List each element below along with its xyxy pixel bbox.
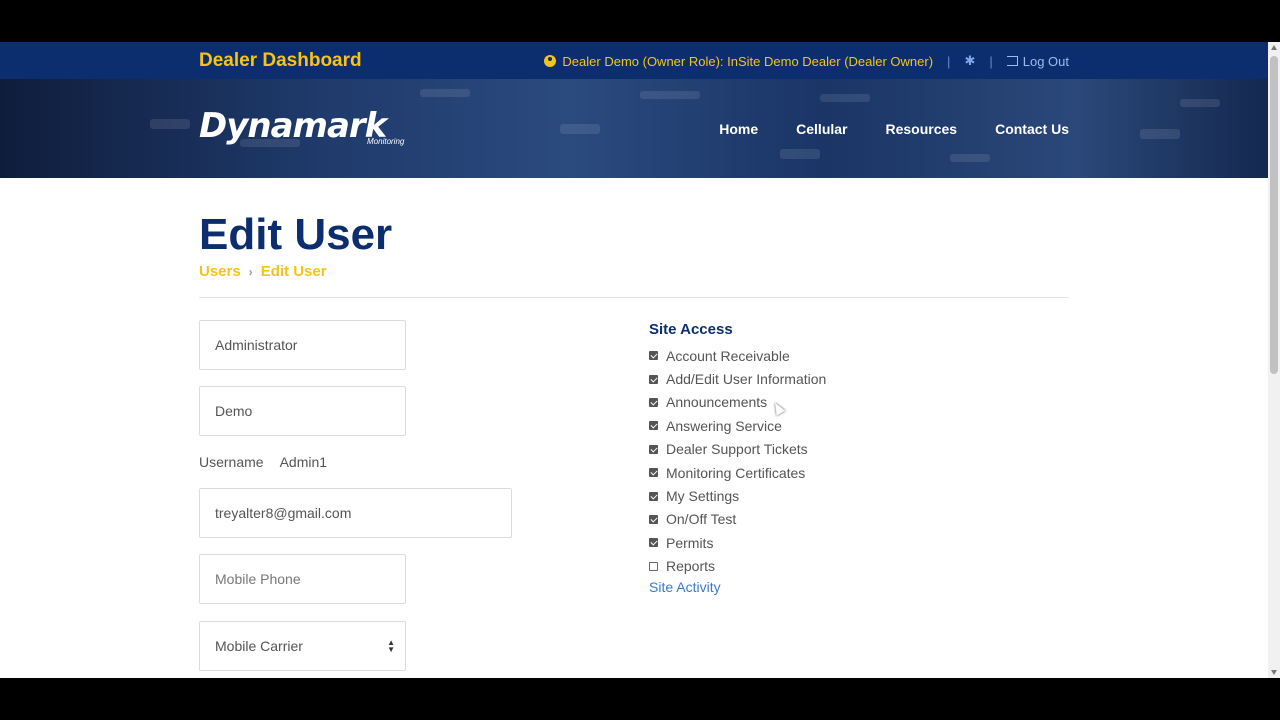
site-access-item-label: On/Off Test bbox=[666, 511, 737, 528]
page-title: Edit User bbox=[199, 210, 393, 259]
site-access-item-label: Answering Service bbox=[666, 417, 782, 434]
chevron-right-icon: › bbox=[248, 264, 253, 279]
site-access-heading: Site Access bbox=[649, 321, 733, 338]
site-activity-link[interactable]: Site Activity bbox=[649, 579, 826, 595]
scroll-down-icon[interactable] bbox=[1271, 670, 1277, 675]
last-name-input[interactable] bbox=[199, 386, 406, 436]
scrollbar-thumb[interactable] bbox=[1270, 56, 1278, 374]
checkbox-checked[interactable] bbox=[649, 421, 658, 431]
site-access-item[interactable]: Reports bbox=[649, 555, 826, 578]
checkbox-checked[interactable] bbox=[649, 538, 658, 548]
nav-contact-us[interactable]: Contact Us bbox=[995, 121, 1069, 137]
breadcrumb-edit-user: Edit User bbox=[260, 263, 327, 280]
mobile-phone-input[interactable] bbox=[199, 554, 406, 604]
mobile-carrier-select[interactable]: Mobile Carrier ▲ ▼ bbox=[199, 621, 406, 671]
site-access-item-label: Add/Edit User Information bbox=[666, 371, 827, 388]
nav-home[interactable]: Home bbox=[719, 121, 758, 137]
nav-cellular[interactable]: Cellular bbox=[796, 121, 847, 137]
site-access-item[interactable]: Permits bbox=[649, 531, 826, 554]
site-access-item-label: My Settings bbox=[666, 488, 740, 505]
site-access-item[interactable]: Account Receivable bbox=[649, 344, 826, 367]
browser-viewport: Dealer Dashboard Dealer Demo (Owner Role… bbox=[0, 42, 1268, 678]
site-access-item-label: Monitoring Certificates bbox=[666, 464, 806, 481]
logo-subtitle: Monitoring bbox=[367, 137, 405, 146]
current-user-label[interactable]: Dealer Demo (Owner Role): InSite Demo De… bbox=[562, 54, 933, 69]
checkbox-checked[interactable] bbox=[649, 444, 658, 454]
username-label: Username bbox=[199, 454, 264, 470]
breadcrumb-users[interactable]: Users bbox=[199, 263, 241, 280]
checkbox-checked[interactable] bbox=[649, 397, 658, 407]
first-name-input[interactable] bbox=[199, 320, 406, 370]
site-access-item-label: Dealer Support Tickets bbox=[666, 441, 808, 458]
scroll-up-icon[interactable] bbox=[1271, 45, 1277, 50]
logout-link[interactable]: Log Out bbox=[1006, 53, 1069, 69]
dynamark-logo[interactable]: Dynamark bbox=[199, 109, 387, 143]
checkbox-checked[interactable] bbox=[649, 374, 658, 384]
site-access-item-label: Account Receivable bbox=[666, 347, 790, 364]
site-access-item-label: Reports bbox=[666, 558, 716, 575]
site-access-item-label: Permits bbox=[666, 534, 714, 551]
site-access-list: Account Receivable Add/Edit User Informat… bbox=[649, 344, 826, 578]
logout-icon bbox=[1006, 56, 1018, 66]
breadcrumb: Users › Edit User bbox=[199, 263, 327, 280]
bug-report-icon[interactable]: ✱ bbox=[964, 53, 975, 69]
site-access-panel: Site Access Account Receivable Add/Edit U… bbox=[649, 321, 826, 595]
site-access-item[interactable]: Answering Service bbox=[649, 414, 826, 437]
site-access-item[interactable]: My Settings bbox=[649, 484, 826, 507]
separator: | bbox=[989, 53, 993, 69]
page-scrollbar[interactable] bbox=[1268, 42, 1280, 678]
site-access-item-label: Announcements bbox=[666, 394, 768, 411]
nav-resources[interactable]: Resources bbox=[886, 121, 958, 137]
site-access-item[interactable]: Add/Edit User Information bbox=[649, 367, 826, 390]
user-circle-icon bbox=[544, 55, 557, 67]
hero-banner: Dynamark Home Cellular Resources Contact… bbox=[0, 79, 1268, 178]
user-area: Dealer Demo (Owner Role): InSite Demo De… bbox=[544, 53, 1069, 69]
separator: | bbox=[947, 53, 951, 69]
main-nav: Home Cellular Resources Contact Us bbox=[719, 121, 1069, 137]
checkbox-unchecked[interactable] bbox=[649, 561, 658, 571]
logout-label: Log Out bbox=[1022, 53, 1069, 69]
checkbox-checked[interactable] bbox=[649, 514, 658, 524]
site-access-item[interactable]: Announcements bbox=[649, 391, 826, 414]
top-bar: Dealer Dashboard Dealer Demo (Owner Role… bbox=[0, 42, 1268, 79]
username-value: Admin1 bbox=[279, 454, 328, 470]
mobile-carrier-value: Mobile Carrier bbox=[215, 638, 303, 654]
email-input[interactable] bbox=[199, 488, 512, 538]
dashboard-title[interactable]: Dealer Dashboard bbox=[199, 50, 362, 72]
site-access-item[interactable]: On/Off Test bbox=[649, 508, 826, 531]
divider bbox=[199, 297, 1069, 298]
checkbox-checked[interactable] bbox=[649, 468, 658, 478]
site-access-item[interactable]: Dealer Support Tickets bbox=[649, 438, 826, 461]
checkbox-checked[interactable] bbox=[649, 351, 658, 361]
select-arrows-icon: ▲ ▼ bbox=[387, 638, 395, 654]
username-row: Username Admin1 bbox=[199, 454, 327, 470]
checkbox-checked[interactable] bbox=[649, 491, 658, 501]
site-access-item[interactable]: Monitoring Certificates bbox=[649, 461, 826, 484]
